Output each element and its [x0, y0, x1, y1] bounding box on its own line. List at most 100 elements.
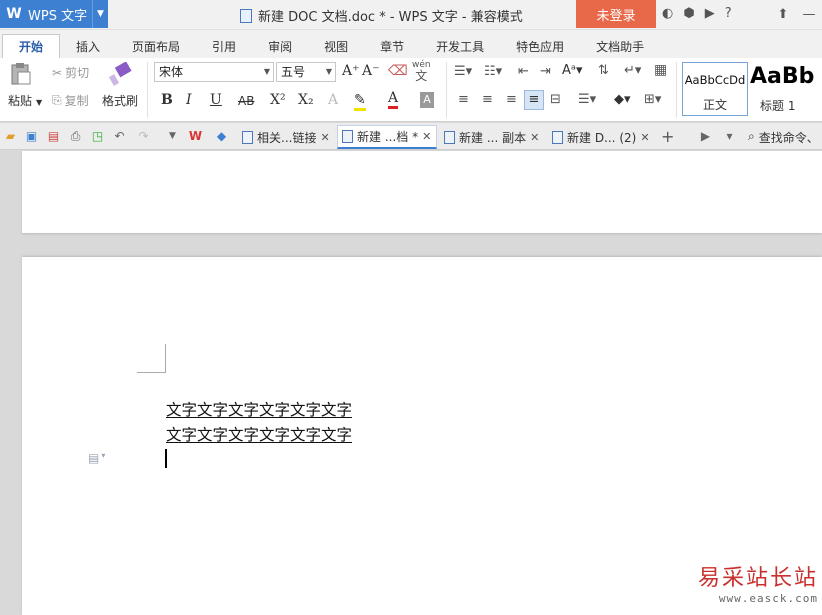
page-previous[interactable]: [22, 151, 822, 233]
borders-icon[interactable]: ⊞▾: [644, 92, 661, 107]
align-left-icon[interactable]: ≡: [458, 92, 469, 107]
close-icon[interactable]: ✕: [422, 130, 431, 143]
style-normal[interactable]: AaBbCcDd 正文: [682, 62, 748, 116]
underline-button[interactable]: U: [210, 92, 222, 108]
print-preview-icon[interactable]: ◳: [90, 129, 105, 144]
close-icon[interactable]: ✕: [530, 131, 539, 144]
document-text-line[interactable]: 文字文字文字文字文字文字: [166, 423, 352, 445]
clipboard-icon: [11, 63, 31, 85]
increase-indent-icon[interactable]: ⇥: [540, 64, 551, 79]
tab-menu-icon[interactable]: ▾: [722, 129, 737, 144]
copy-icon: ⎘: [52, 93, 62, 107]
watermark-text: 易采站长站: [697, 566, 818, 591]
ribbon-divider: [676, 62, 677, 118]
settings-icon[interactable]: ⬢: [683, 6, 694, 21]
superscript-button[interactable]: X²: [270, 92, 286, 108]
shrink-font-icon[interactable]: A⁻: [362, 63, 380, 79]
tab-special-apps[interactable]: 特色应用: [500, 34, 580, 58]
tab-page-layout[interactable]: 页面布局: [116, 34, 196, 58]
font-size-value: 五号: [281, 65, 306, 79]
clear-format-icon[interactable]: ⌫: [388, 63, 408, 79]
wps-home-icon[interactable]: W: [188, 129, 203, 144]
tab-review[interactable]: 审阅: [252, 34, 308, 58]
help-icon[interactable]: ?: [725, 6, 732, 21]
paragraph-layout-icon[interactable]: ▤ ▾: [88, 451, 105, 465]
ribbon-home: 粘贴 ▼ ✂ 剪切 ⎘ 复制 格式刷 宋体 ▼ 五号 ▼ A⁺ A⁻ ⌫ wén…: [0, 58, 822, 122]
document-icon: [242, 130, 253, 144]
highlight-icon[interactable]: ✎: [354, 92, 366, 111]
text-effect-icon[interactable]: A: [328, 92, 338, 108]
subscript-button[interactable]: X₂: [298, 92, 314, 108]
grow-font-icon[interactable]: A⁺: [342, 63, 360, 79]
italic-button[interactable]: I: [186, 92, 192, 108]
search-icon: ⌕: [748, 129, 755, 143]
bold-button[interactable]: B: [161, 92, 173, 108]
tab-developer[interactable]: 开发工具: [420, 34, 500, 58]
window-controls: ⬆ —: [770, 0, 822, 28]
style-normal-sample: AaBbCcDd: [684, 73, 746, 87]
save-icon[interactable]: ▣: [24, 129, 39, 144]
pinyin-char: 文: [415, 69, 428, 83]
char-shading-icon[interactable]: A: [420, 92, 434, 108]
doc-tab-2[interactable]: 新建 ...档 * ✕: [337, 125, 437, 149]
font-color-icon[interactable]: A: [388, 90, 399, 109]
skin-icon[interactable]: ◐: [662, 6, 673, 21]
document-area[interactable]: [0, 151, 822, 615]
cut-button[interactable]: ✂ 剪切: [52, 64, 89, 81]
doc-tab-label: 新建 D... (2): [567, 130, 637, 145]
close-icon[interactable]: ✕: [320, 131, 329, 144]
search-command[interactable]: ⌕ 查找命令、: [748, 129, 819, 146]
minimize-icon[interactable]: —: [796, 7, 822, 22]
app-menu-dropdown-icon[interactable]: ▼: [92, 0, 108, 28]
tab-view[interactable]: 视图: [308, 34, 364, 58]
line-spacing-icon[interactable]: ☰▾: [578, 92, 596, 107]
font-size-select[interactable]: 五号 ▼: [276, 62, 336, 82]
ribbon-divider: [147, 62, 148, 118]
wps-app-menu-button[interactable]: W WPS 文字 ▼: [0, 0, 108, 28]
style-heading-1[interactable]: AaBb 标题 1: [750, 62, 822, 116]
numbered-list-icon[interactable]: ☷▾: [484, 64, 502, 79]
copy-button[interactable]: ⎘ 复制: [52, 92, 89, 109]
add-tab-icon[interactable]: +: [661, 127, 674, 146]
open-folder-icon[interactable]: ▰: [3, 129, 18, 144]
justify-icon[interactable]: ≡: [524, 90, 544, 110]
pinyin-guide-button[interactable]: wén 文: [412, 60, 431, 83]
shading-icon[interactable]: ◆▾: [614, 92, 631, 107]
distribute-icon[interactable]: ⊟: [550, 92, 561, 107]
decrease-indent-icon[interactable]: ⇤: [518, 64, 529, 79]
print-icon[interactable]: ⎙: [68, 129, 83, 144]
tab-references[interactable]: 引用: [196, 34, 252, 58]
brush-icon: [108, 62, 132, 86]
doc-tab-3[interactable]: 新建 ... 副本 ✕: [440, 125, 543, 149]
change-case-icon[interactable]: Aᵃ▾: [562, 63, 583, 78]
paste-button[interactable]: 粘贴: [8, 62, 32, 109]
scissors-icon: ✂: [52, 65, 63, 80]
doc-tab-1[interactable]: 相关...链接 ✕: [238, 125, 334, 149]
login-button[interactable]: 未登录: [576, 0, 656, 28]
align-right-icon[interactable]: ≡: [506, 92, 517, 107]
doc-tab-4[interactable]: 新建 D... (2) ✕: [548, 125, 654, 149]
document-text-line[interactable]: 文字文字文字文字文字文字: [166, 398, 352, 420]
tab-section[interactable]: 章节: [364, 34, 420, 58]
show-marks-icon[interactable]: ↵▾: [624, 63, 641, 78]
tab-home[interactable]: 开始: [2, 34, 61, 58]
tab-doc-assistant[interactable]: 文档助手: [580, 34, 660, 58]
font-name-select[interactable]: 宋体 ▼: [154, 62, 274, 82]
align-center-icon[interactable]: ≡: [482, 92, 493, 107]
export-pdf-icon[interactable]: ▤: [46, 129, 61, 144]
feedback-icon[interactable]: ▶: [705, 6, 715, 21]
sort-icon[interactable]: ⇅: [598, 63, 609, 78]
tab-list-icon[interactable]: ▶: [698, 129, 713, 144]
undo-icon[interactable]: ↶: [112, 129, 127, 144]
restore-window-icon[interactable]: ⬆: [770, 7, 796, 22]
tab-insert[interactable]: 插入: [60, 34, 116, 58]
format-painter-button[interactable]: 格式刷: [102, 62, 138, 109]
paste-dropdown-icon[interactable]: ▼: [36, 98, 42, 107]
strikethrough-button[interactable]: AB: [238, 94, 254, 108]
cloud-cube-icon[interactable]: ◆: [214, 129, 229, 144]
customize-qa-dropdown-icon[interactable]: ▼: [165, 129, 180, 144]
bullet-list-icon[interactable]: ☰▾: [454, 64, 472, 79]
table-icon[interactable]: ▦: [654, 62, 667, 78]
redo-icon[interactable]: ↷: [136, 129, 151, 144]
close-icon[interactable]: ✕: [640, 131, 649, 144]
